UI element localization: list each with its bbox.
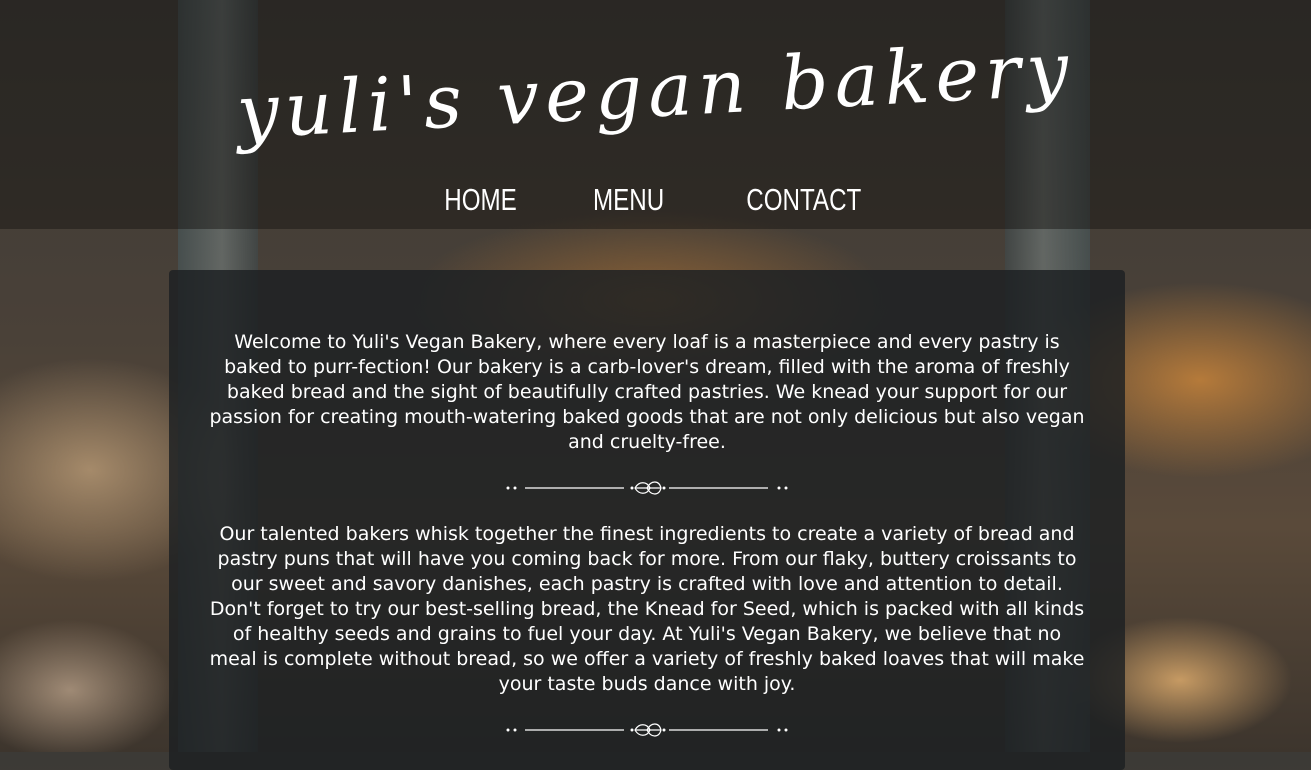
main-nav: HOME MENU CONTACT <box>0 182 1311 218</box>
leaf-ornament-icon <box>506 481 788 495</box>
bakers-paragraph: Our talented bakers whisk together the f… <box>209 523 1085 695</box>
nav-home-link[interactable]: HOME <box>444 182 517 218</box>
site-header: yuli's vegan bakery HOME MENU CONTACT <box>0 0 1311 229</box>
nav-contact-link[interactable]: CONTACT <box>746 182 861 218</box>
nav-menu-link[interactable]: MENU <box>593 182 664 218</box>
intro-paragraph: Welcome to Yuli's Vegan Bakery, where ev… <box>209 331 1085 453</box>
content-panel: Welcome to Yuli's Vegan Bakery, where ev… <box>169 270 1125 770</box>
leaf-ornament-icon <box>506 723 788 737</box>
site-title: yuli's vegan bakery <box>234 26 1077 156</box>
